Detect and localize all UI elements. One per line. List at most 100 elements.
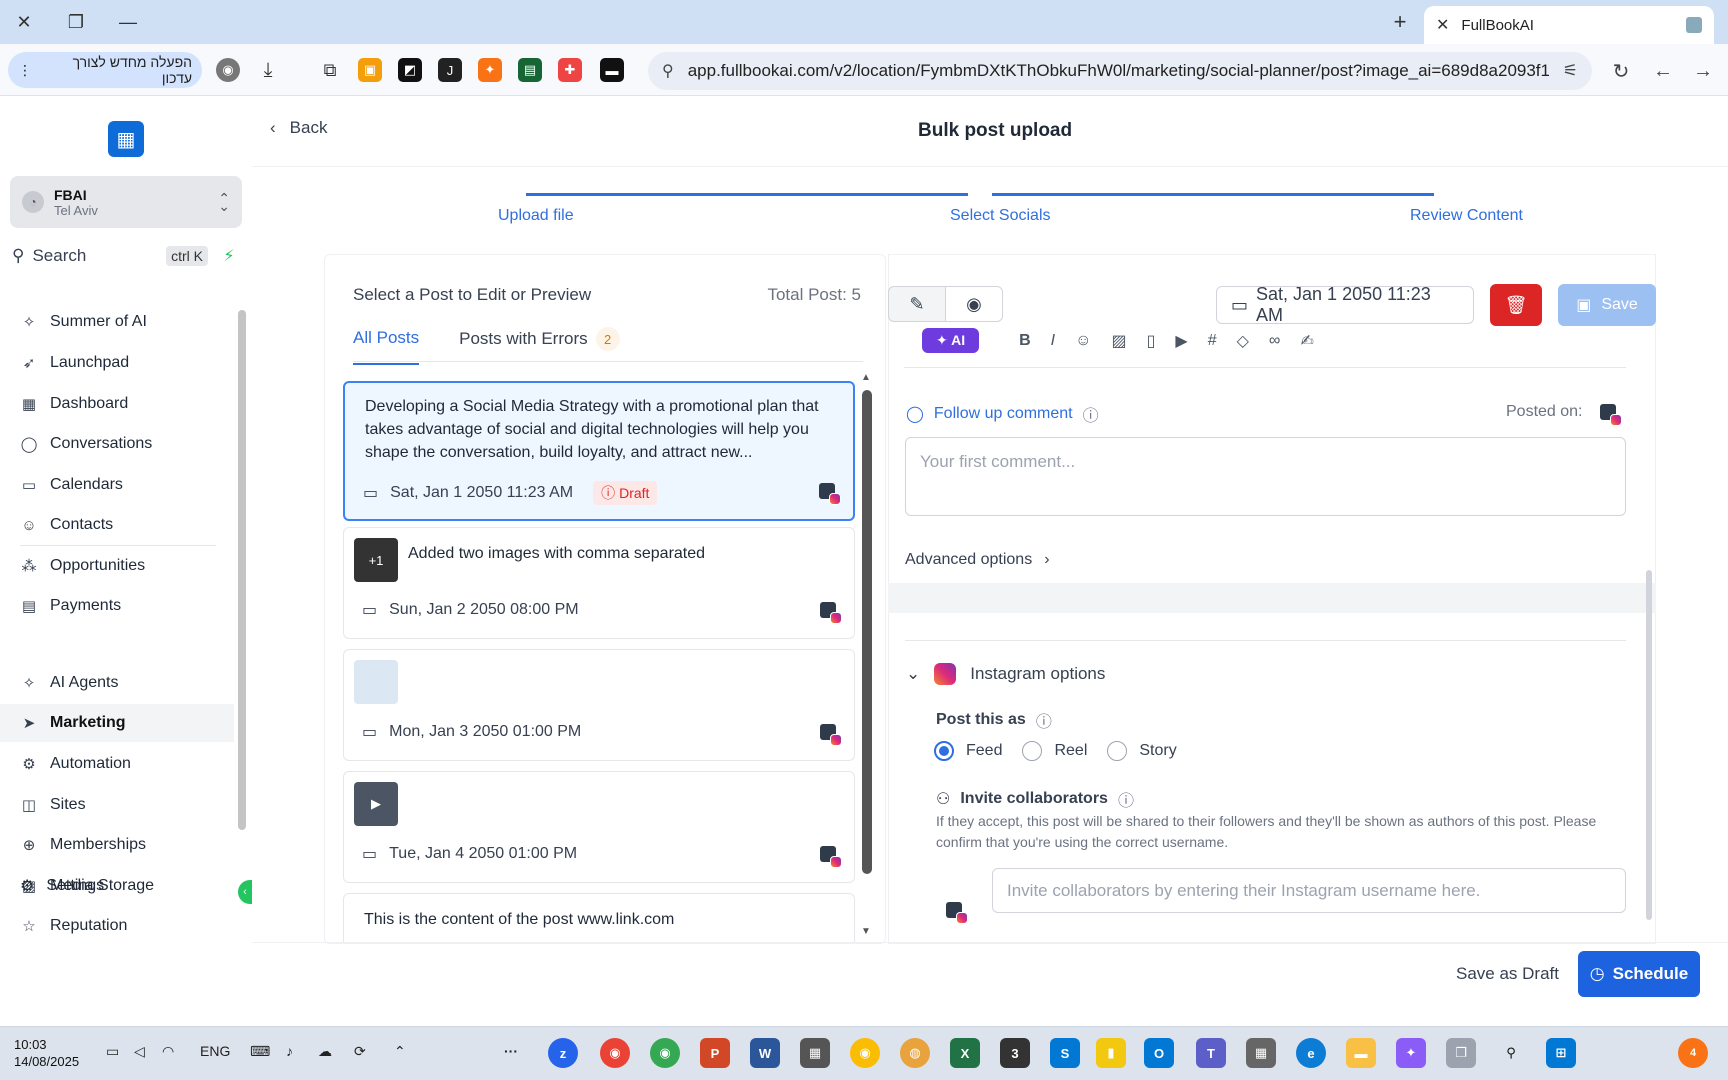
sidebar-item-marketing[interactable]: ➤ Marketing (0, 704, 234, 742)
sidebar-search[interactable]: ⚲ Search ctrl K ⚡ (12, 240, 242, 272)
outlook-icon[interactable]: O (1144, 1038, 1174, 1068)
task-view-icon[interactable]: ❐ (1446, 1038, 1476, 1068)
schedule-date-picker[interactable]: ▭ Sat, Jan 1 2050 11:23 AM (1216, 284, 1474, 325)
skype-icon[interactable]: S (1050, 1038, 1080, 1068)
site-info-icon[interactable]: ⚲ (662, 61, 674, 81)
sidebar-item-payments[interactable]: ▤ Payments (0, 587, 234, 625)
back-button[interactable]: ‹ Back (270, 118, 327, 138)
instagram-options-toggle[interactable]: ⌄ Instagram options (906, 663, 1105, 685)
step-review-content[interactable]: Review Content (1410, 207, 1523, 225)
post-card[interactable]: Developing a Social Media Strategy with … (343, 381, 855, 521)
language-indicator[interactable]: ENG (200, 1043, 230, 1059)
overflow-dots-icon[interactable]: ··· (504, 1043, 518, 1059)
extension-3-icon[interactable]: J (438, 58, 462, 82)
forward-arrow-icon[interactable]: → (1688, 56, 1718, 86)
delete-button[interactable]: 🗑 (1490, 284, 1542, 326)
sidebar-item-opportunities[interactable]: ⁂ Opportunities (0, 547, 234, 585)
preview-mode-button[interactable]: ◉ (945, 286, 1003, 322)
copilot-icon[interactable]: ✦ (1396, 1038, 1426, 1068)
tab-all-posts[interactable]: All Posts (353, 327, 420, 365)
step-select-socials[interactable]: Select Socials (950, 207, 1051, 225)
wifi-icon[interactable]: ◠ (162, 1043, 174, 1060)
sidebar-item-reputation[interactable]: ☆ Reputation (0, 907, 234, 945)
sidebar-item-sites[interactable]: ◫ Sites (0, 786, 234, 824)
close-window-icon[interactable]: ✕ (6, 8, 42, 36)
taskbar-search-icon[interactable]: ⚲ (1496, 1038, 1526, 1068)
edit-mode-button[interactable]: ✎ (888, 286, 946, 322)
3cx-icon[interactable]: 3 (1000, 1038, 1030, 1068)
post-card[interactable]: ▭ Mon, Jan 3 2050 01:00 PM (343, 649, 855, 761)
restore-window-icon[interactable]: ❐ (58, 8, 94, 36)
edge-icon[interactable]: e (1296, 1038, 1326, 1068)
zoom-app-icon[interactable]: z (548, 1038, 578, 1068)
save-as-draft-button[interactable]: Save as Draft (1456, 964, 1559, 984)
sidebar-item-automation[interactable]: ⚙ Automation (0, 745, 234, 783)
app-logo-icon[interactable]: ▦ (108, 121, 144, 157)
volume-icon[interactable]: ◁ (134, 1043, 145, 1060)
list-scrollbar[interactable] (862, 390, 872, 874)
teams-icon[interactable]: T (1196, 1038, 1226, 1068)
sidebar-item-summer-of-ai[interactable]: ✧ Summer of AI (0, 303, 234, 341)
first-comment-input[interactable]: Your first comment... (905, 437, 1626, 516)
tab-posts-with-errors[interactable]: Posts with Errors 2 (459, 327, 620, 365)
sidebar-item-settings[interactable]: ⚙ Settings (0, 867, 252, 905)
italic-icon[interactable]: I (1051, 332, 1055, 350)
power-bi-icon[interactable]: ▮ (1096, 1038, 1126, 1068)
collaborators-input[interactable]: Invite collaborators by entering their I… (992, 868, 1626, 913)
minimize-window-icon[interactable]: — (110, 8, 146, 36)
sidebar-item-memberships[interactable]: ⊕ Memberships (0, 826, 234, 864)
profile-avatar-icon[interactable]: ◉ (216, 58, 240, 82)
extension-2-icon[interactable]: ◩ (398, 58, 422, 82)
close-tab-icon[interactable]: ✕ (1436, 15, 1449, 35)
tune-icon[interactable]: ⚟ (1563, 61, 1578, 81)
link-icon[interactable]: ∞ (1269, 332, 1280, 350)
extension-7-icon[interactable]: ▬ (600, 58, 624, 82)
info-icon[interactable]: ⓘ (1036, 708, 1052, 732)
extension-1-icon[interactable]: ▣ (358, 58, 382, 82)
image-icon[interactable]: ▨ (1111, 331, 1126, 351)
video-icon[interactable]: ▶ (1175, 331, 1187, 351)
save-button[interactable]: ▣ Save (1558, 284, 1656, 326)
download-icon[interactable]: ⤓ (256, 58, 280, 82)
ai-button[interactable]: ✦ AI (922, 328, 980, 353)
radio-story[interactable]: Story (1107, 741, 1177, 761)
document-icon[interactable]: ▯ (1147, 331, 1156, 351)
chrome-app-icon[interactable]: ◉ (600, 1038, 630, 1068)
system-clock[interactable]: 10:03 14/08/2025 (14, 1036, 79, 1070)
excel-icon[interactable]: X (950, 1038, 980, 1068)
chrome-profile-icon[interactable]: ◉ (650, 1038, 680, 1068)
account-switcher[interactable]: ◔ FBAI Tel Aviv ⌃ ⌄ (10, 176, 242, 228)
hashtag-icon[interactable]: # (1208, 332, 1217, 350)
sidebar-item-contacts[interactable]: ☺ Contacts (0, 506, 234, 544)
radio-reel[interactable]: Reel (1022, 741, 1087, 761)
cloud-icon[interactable]: ☁ (318, 1043, 332, 1060)
extensions-icon[interactable]: ⧉ (318, 58, 342, 82)
post-card[interactable]: +1 Added two images with comma separated… (343, 527, 855, 639)
app-icon[interactable]: ◍ (900, 1038, 930, 1068)
chrome-active-icon[interactable]: ◉ (850, 1038, 880, 1068)
extension-5-icon[interactable]: ▤ (518, 58, 542, 82)
sidebar-item-ai-agents[interactable]: ✧ AI Agents (0, 664, 234, 702)
tray-chevron-up-icon[interactable]: ⌃ (394, 1043, 406, 1060)
sidebar-scrollbar[interactable] (238, 310, 246, 830)
new-tab-icon[interactable]: + (1384, 8, 1416, 36)
radio-feed[interactable]: Feed (934, 741, 1002, 761)
update-restart-button[interactable]: הפעלה מחדש לצורך עדכון ⋮ (8, 52, 202, 88)
emoji-icon[interactable]: ☺ (1075, 332, 1091, 350)
bolt-icon[interactable]: ⚡ (216, 243, 242, 269)
help-icon[interactable]: ⓘ (1083, 402, 1099, 426)
post-card[interactable]: This is the content of the post www.link… (343, 893, 855, 943)
extension-4-icon[interactable]: ✦ (478, 58, 502, 82)
sidebar-item-conversations[interactable]: ◯ Conversations (0, 425, 234, 463)
start-menu-icon[interactable]: ⊞ (1546, 1038, 1576, 1068)
keyboard-icon[interactable]: ⌨ (250, 1043, 270, 1060)
advanced-options-toggle[interactable]: Advanced options › (905, 551, 1050, 569)
step-upload-file[interactable]: Upload file (498, 207, 574, 225)
info-icon[interactable]: ⓘ (1118, 787, 1134, 811)
sidebar-item-calendars[interactable]: ▭ Calendars (0, 466, 234, 504)
scroll-down-icon[interactable]: ▼ (861, 926, 871, 937)
calculator-icon[interactable]: ▦ (800, 1038, 830, 1068)
sidebar-item-dashboard[interactable]: ▦ Dashboard (0, 385, 234, 423)
schedule-button[interactable]: ◷ Schedule (1578, 951, 1700, 997)
microphone-icon[interactable]: ♪ (286, 1043, 293, 1059)
